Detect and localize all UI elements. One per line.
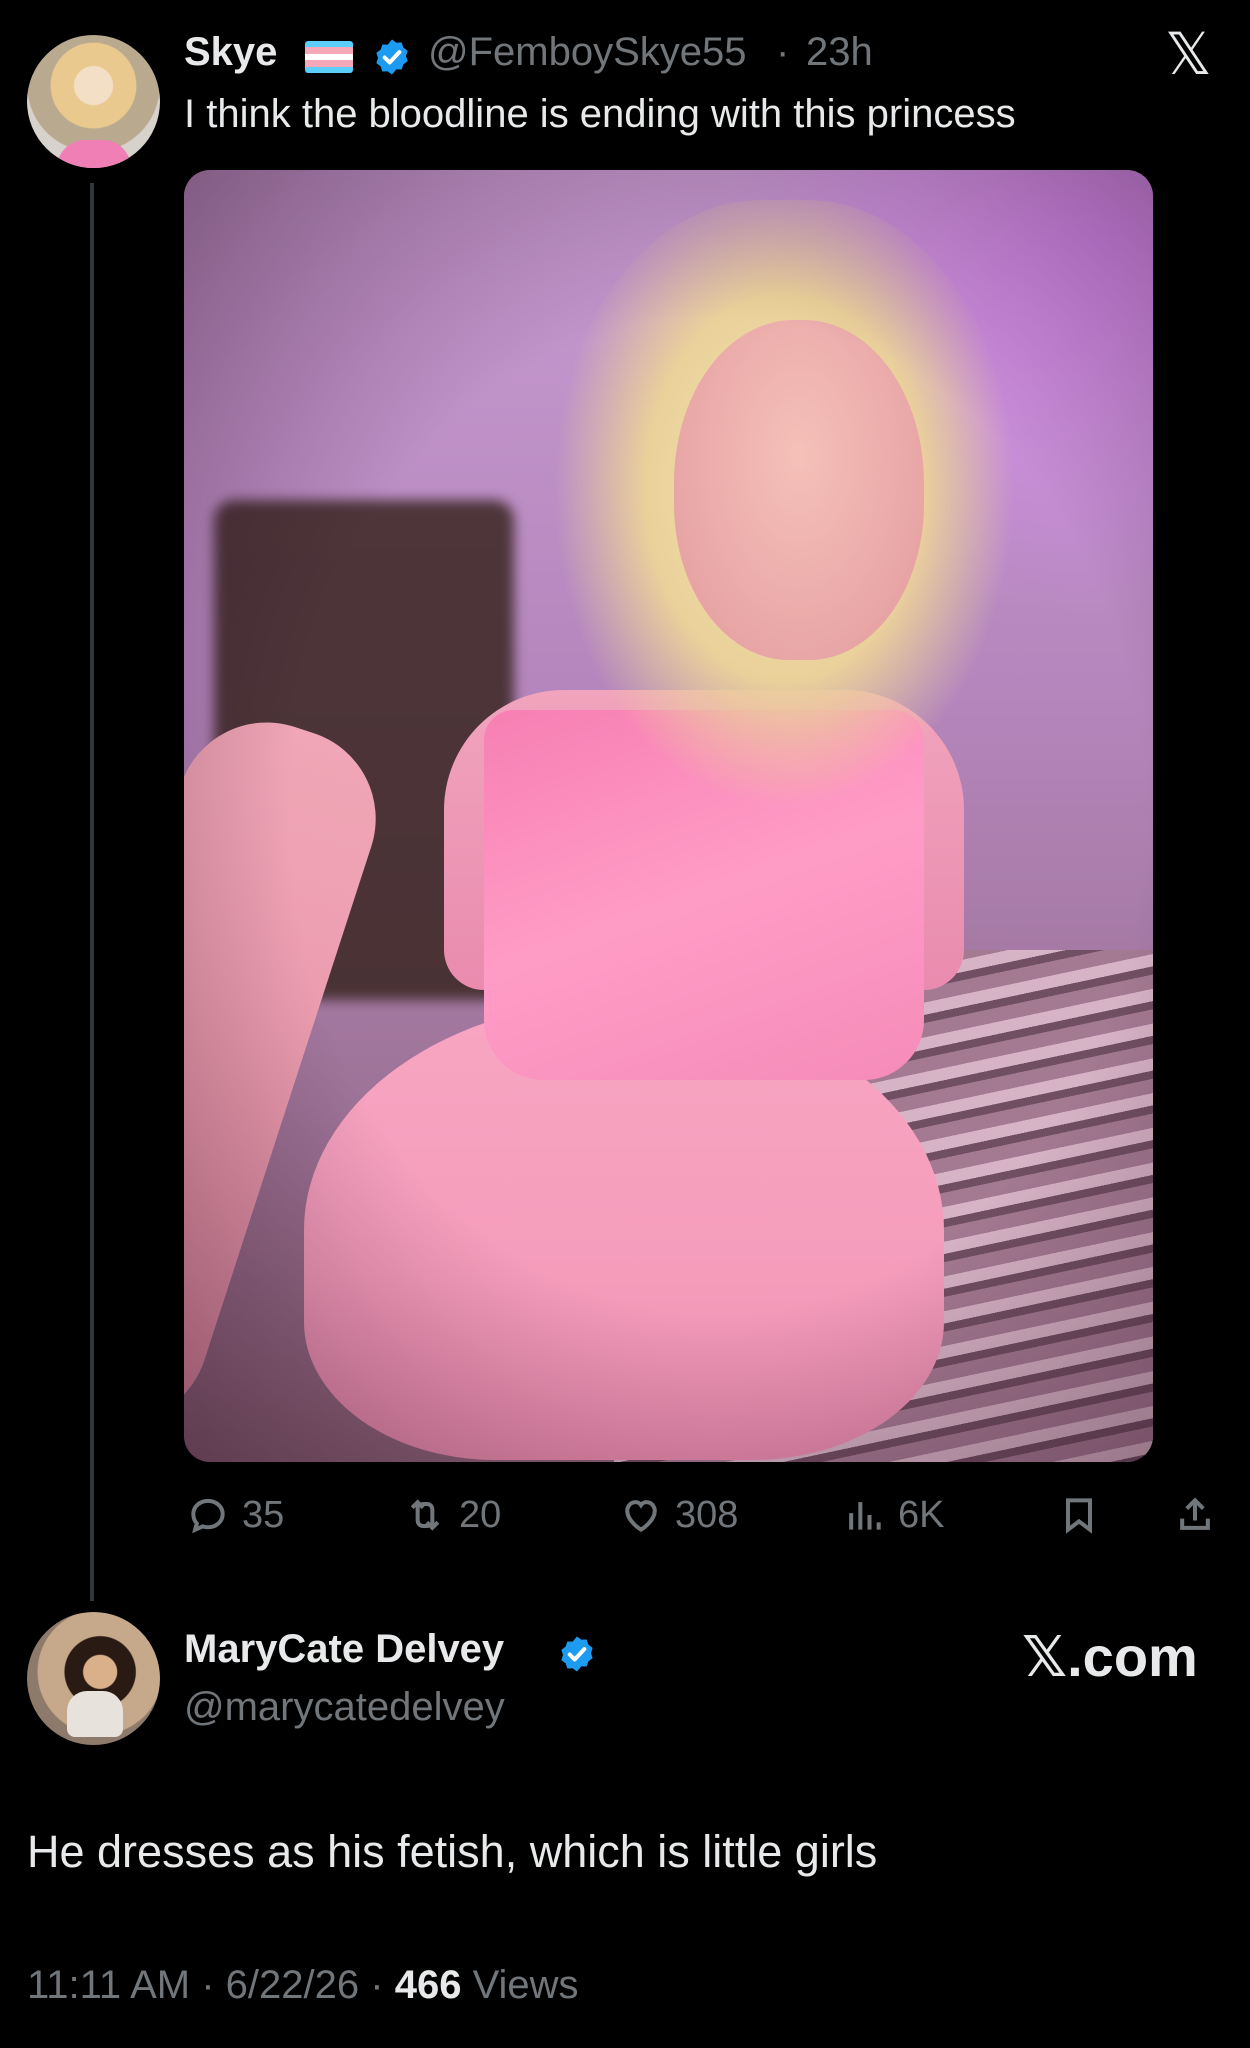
verified-badge-icon — [561, 1636, 593, 1672]
tweet-photo[interactable] — [184, 170, 1153, 1462]
retweet-icon — [410, 1499, 440, 1531]
reply-icon — [191, 1498, 225, 1534]
like-icon — [625, 1500, 657, 1533]
xcom-label: 𝕏.com — [1022, 1625, 1198, 1688]
marycate-avatar[interactable] — [27, 1612, 160, 1745]
quote-views-count: 466 — [394, 1963, 462, 2007]
bookmark-icon — [1065, 1498, 1093, 1534]
quote-text: He dresses as his fetish, which is littl… — [27, 1826, 878, 1877]
reply-button[interactable]: 35 — [186, 1490, 284, 1540]
quote-author-handle[interactable]: @marycatedelvey — [184, 1685, 505, 1730]
views-button[interactable]: 6K — [842, 1490, 944, 1540]
author-name[interactable]: Skye — [184, 30, 277, 75]
retweet-count: 20 — [459, 1493, 502, 1536]
skye-avatar[interactable] — [27, 35, 160, 168]
avatar-outfit — [57, 140, 131, 168]
quote-author-name[interactable]: MaryCate Delvey — [184, 1627, 504, 1672]
quote-date[interactable]: 6/22/26 — [226, 1963, 359, 2007]
quote-views-label: Views — [472, 1963, 579, 2007]
tweet-text: I think the bloodline is ending with thi… — [184, 92, 1016, 136]
views-count: 6K — [898, 1493, 945, 1536]
thread-line — [90, 183, 94, 1601]
meta-separator: · — [776, 30, 790, 74]
retweet-button[interactable]: 20 — [403, 1490, 501, 1540]
like-count: 308 — [675, 1493, 739, 1536]
share-icon — [1180, 1497, 1210, 1530]
share-button[interactable] — [1173, 1490, 1217, 1540]
author-handle[interactable]: @FemboySkye55 — [428, 30, 747, 75]
avatar-outfit — [67, 1691, 123, 1737]
like-button[interactable]: 308 — [619, 1490, 738, 1540]
verified-badge-icon — [376, 39, 408, 75]
photo-vignette — [184, 170, 1153, 1462]
quote-meta: 11:11 AM · 6/22/26 · 466 Views — [27, 1963, 579, 2008]
reply-count: 35 — [242, 1493, 285, 1536]
timestamp[interactable]: 23h — [806, 30, 873, 75]
meta-separator: · — [370, 1963, 384, 2007]
views-icon — [849, 1502, 881, 1530]
meta-separator: · — [201, 1963, 215, 2007]
flag-stripe — [305, 66, 353, 73]
x-logo-icon: 𝕏 — [1165, 20, 1212, 88]
bookmark-button[interactable] — [1057, 1490, 1101, 1540]
quote-time[interactable]: 11:11 AM — [27, 1963, 190, 2007]
trans-flag-icon — [305, 41, 353, 73]
